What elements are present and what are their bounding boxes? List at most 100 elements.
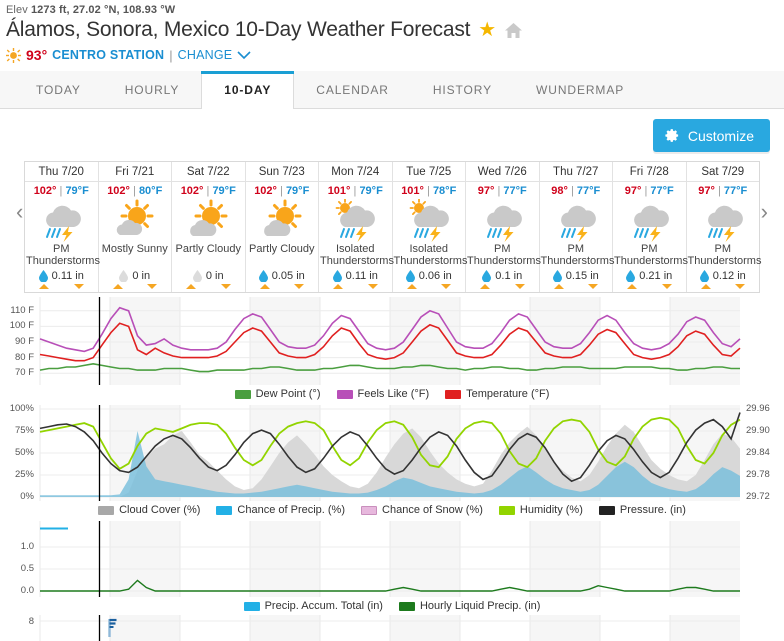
forecast-date: Thu 7/20 [25, 162, 98, 182]
forecast-date: Sat 7/22 [172, 162, 245, 182]
forecast-day-column[interactable]: Thu 7/27 98° | 77°F PM Thunderstorms 0.15 i… [539, 162, 615, 292]
legend-label: Chance of Precip. (%) [237, 504, 346, 516]
forecast-table: Thu 7/20 102° | 79°F PM Thunderstorms 0.11 … [24, 161, 761, 293]
axis-tick-label: 100% [9, 403, 34, 414]
sunrise-marker-icon [406, 284, 417, 289]
forecast-condition: Isolated Thunderstorms [393, 243, 468, 267]
forecast-day-column[interactable]: Sat 7/22 102° | 79°F Partly Cloudy 0 in [172, 162, 246, 292]
forecast-low: 79°F [359, 185, 383, 197]
sunrise-marker-icon [39, 284, 49, 289]
forecast-date: Fri 7/28 [613, 162, 686, 182]
forecast-strip: ‹ › Thu 7/20 102° | 79°F PM Thunderstorms 0… [0, 161, 784, 293]
forecast-low: 78°F [432, 185, 457, 197]
tab-10-day[interactable]: 10-DAY [201, 71, 295, 109]
forecast-day-column[interactable]: Sat 7/29 97° | 77°F PM Thunderstorms 0.12 i… [686, 162, 761, 292]
forecast-condition: PM Thunderstorms [540, 243, 615, 267]
forecast-day-column[interactable]: Tue 7/25 101° | 78°F Isolated Thunderstorm… [392, 162, 468, 292]
legend-hourly-liquid[interactable]: Hourly Liquid Precip. (in) [398, 600, 540, 612]
forecast-precip: 0.11 in [319, 267, 392, 283]
forecast-day-column[interactable]: Mon 7/24 101° | 79°F Isolated Thunderstorm… [319, 162, 394, 292]
forecast-precip-amount: 0.11 in [51, 270, 84, 282]
station-name[interactable]: CENTRO STATION [52, 48, 164, 62]
forecast-precip: 0.21 in [613, 267, 686, 283]
legend-humidity[interactable]: Humidity (%) [498, 504, 583, 516]
legend-swatch [361, 505, 378, 515]
partly-cloudy-icon [246, 199, 319, 243]
axis-tick-label: 29.90 [746, 425, 770, 436]
change-station-link[interactable]: CHANGE [178, 48, 233, 62]
separator: | [169, 47, 173, 63]
forecast-precip: 0.11 in [25, 267, 98, 283]
legend-swatch [243, 601, 260, 611]
star-icon[interactable]: ★ [478, 20, 496, 40]
forecast-day-column[interactable]: Sun 7/23 102° | 79°F Partly Cloudy 0.05 in [245, 162, 319, 292]
legend-temperature[interactable]: Temperature (°F) [445, 388, 549, 400]
forecast-low: 77°F [503, 185, 527, 197]
tab-label: TODAY [36, 82, 81, 97]
forecast-separator: | [280, 185, 283, 197]
customize-button[interactable]: Customize [652, 119, 770, 152]
axis-tick-label: 50% [14, 447, 34, 458]
sunset-marker-icon [367, 284, 378, 289]
forecast-day-column[interactable]: Fri 7/21 102° | 80°F Mostly Sunny 0 in [98, 162, 172, 292]
forecast-temps: 101° | 78°F [393, 182, 466, 199]
sun-times-markers [25, 283, 98, 292]
legend-label: Cloud Cover (%) [119, 504, 201, 516]
forecast-precip-amount: 0 in [205, 270, 224, 282]
next-days-arrow[interactable]: › [761, 199, 768, 225]
legend-precip-accum[interactable]: Precip. Accum. Total (in) [243, 600, 383, 612]
forecast-precip-amount: 0.11 in [345, 270, 378, 282]
precipitation-plot [39, 521, 740, 597]
forecast-precip-amount: 0.12 in [712, 270, 746, 282]
forecast-date: Tue 7/25 [392, 162, 465, 182]
sun-times-markers [172, 283, 245, 292]
forecast-condition: PM Thunderstorms [614, 243, 688, 267]
sun-times-markers [246, 283, 319, 292]
forecast-low: 79°F [285, 185, 310, 197]
tab-label: 10-DAY [224, 83, 272, 97]
axis-tick-label: 90 F [14, 336, 34, 347]
tab-today[interactable]: TODAY [14, 71, 103, 108]
axis-tick-label: 0.0 [20, 585, 34, 596]
forecast-low: 77°F [723, 185, 748, 197]
thunderstorm-icon [540, 199, 613, 243]
sunset-marker-icon [294, 284, 304, 289]
tab-history[interactable]: HISTORY [411, 71, 514, 108]
legend-label: Dew Point (°) [255, 388, 321, 400]
legend-pressure[interactable]: Pressure. (in) [598, 504, 686, 516]
forecast-precip-amount: 0.1 in [495, 270, 523, 282]
tab-hourly[interactable]: HOURLY [103, 71, 202, 108]
prev-days-arrow[interactable]: ‹ [16, 199, 23, 225]
gear-icon [665, 128, 680, 143]
forecast-temps: 102° | 79°F [172, 182, 245, 199]
forecast-day-column[interactable]: Fri 7/28 97° | 77°F PM Thunderstorms 0.21 i… [613, 162, 688, 292]
legend-chance-precip[interactable]: Chance of Precip. (%) [216, 504, 345, 516]
forecast-precip: 0.12 in [687, 267, 760, 283]
tab-calendar[interactable]: CALENDAR [294, 71, 411, 108]
forecast-precip: 0.15 in [540, 267, 613, 283]
sunrise-marker-icon [553, 284, 564, 289]
home-icon[interactable] [504, 22, 523, 39]
legend-chance-snow[interactable]: Chance of Snow (%) [361, 504, 483, 516]
forecast-low: 77°F [650, 185, 674, 197]
forecast-high: 101° [327, 185, 351, 197]
tab-label: HOURLY [124, 82, 180, 97]
precipitation-chart: 0.0 0.5 1.0 Precip. Accum. Total (in) Hour… [0, 521, 784, 641]
sunrise-marker-icon [700, 284, 711, 289]
sun-times-markers [613, 283, 686, 292]
legend-feels-like[interactable]: Feels Like (°F) [336, 388, 429, 400]
sunset-marker-icon [735, 284, 745, 289]
water-drop-icon [119, 270, 129, 282]
tab-wundermap[interactable]: WUNDERMAP [514, 71, 646, 108]
legend-dew-point[interactable]: Dew Point (°) [234, 388, 321, 400]
water-drop-icon [626, 270, 636, 282]
axis-tick-label: 80 F [14, 351, 34, 363]
legend-swatch [598, 505, 615, 515]
chevron-down-icon[interactable] [237, 50, 251, 60]
legend-cloud-cover[interactable]: Cloud Cover (%) [98, 504, 200, 516]
sun-times-markers [687, 283, 760, 292]
forecast-day-column[interactable]: Thu 7/20 102° | 79°F PM Thunderstorms 0.11 … [25, 162, 100, 292]
forecast-date: Fri 7/21 [98, 162, 171, 182]
forecast-day-column[interactable]: Wed 7/26 97° | 77°F PM Thunderstorms 0.1 in [466, 162, 541, 292]
forecast-separator: | [570, 185, 574, 197]
